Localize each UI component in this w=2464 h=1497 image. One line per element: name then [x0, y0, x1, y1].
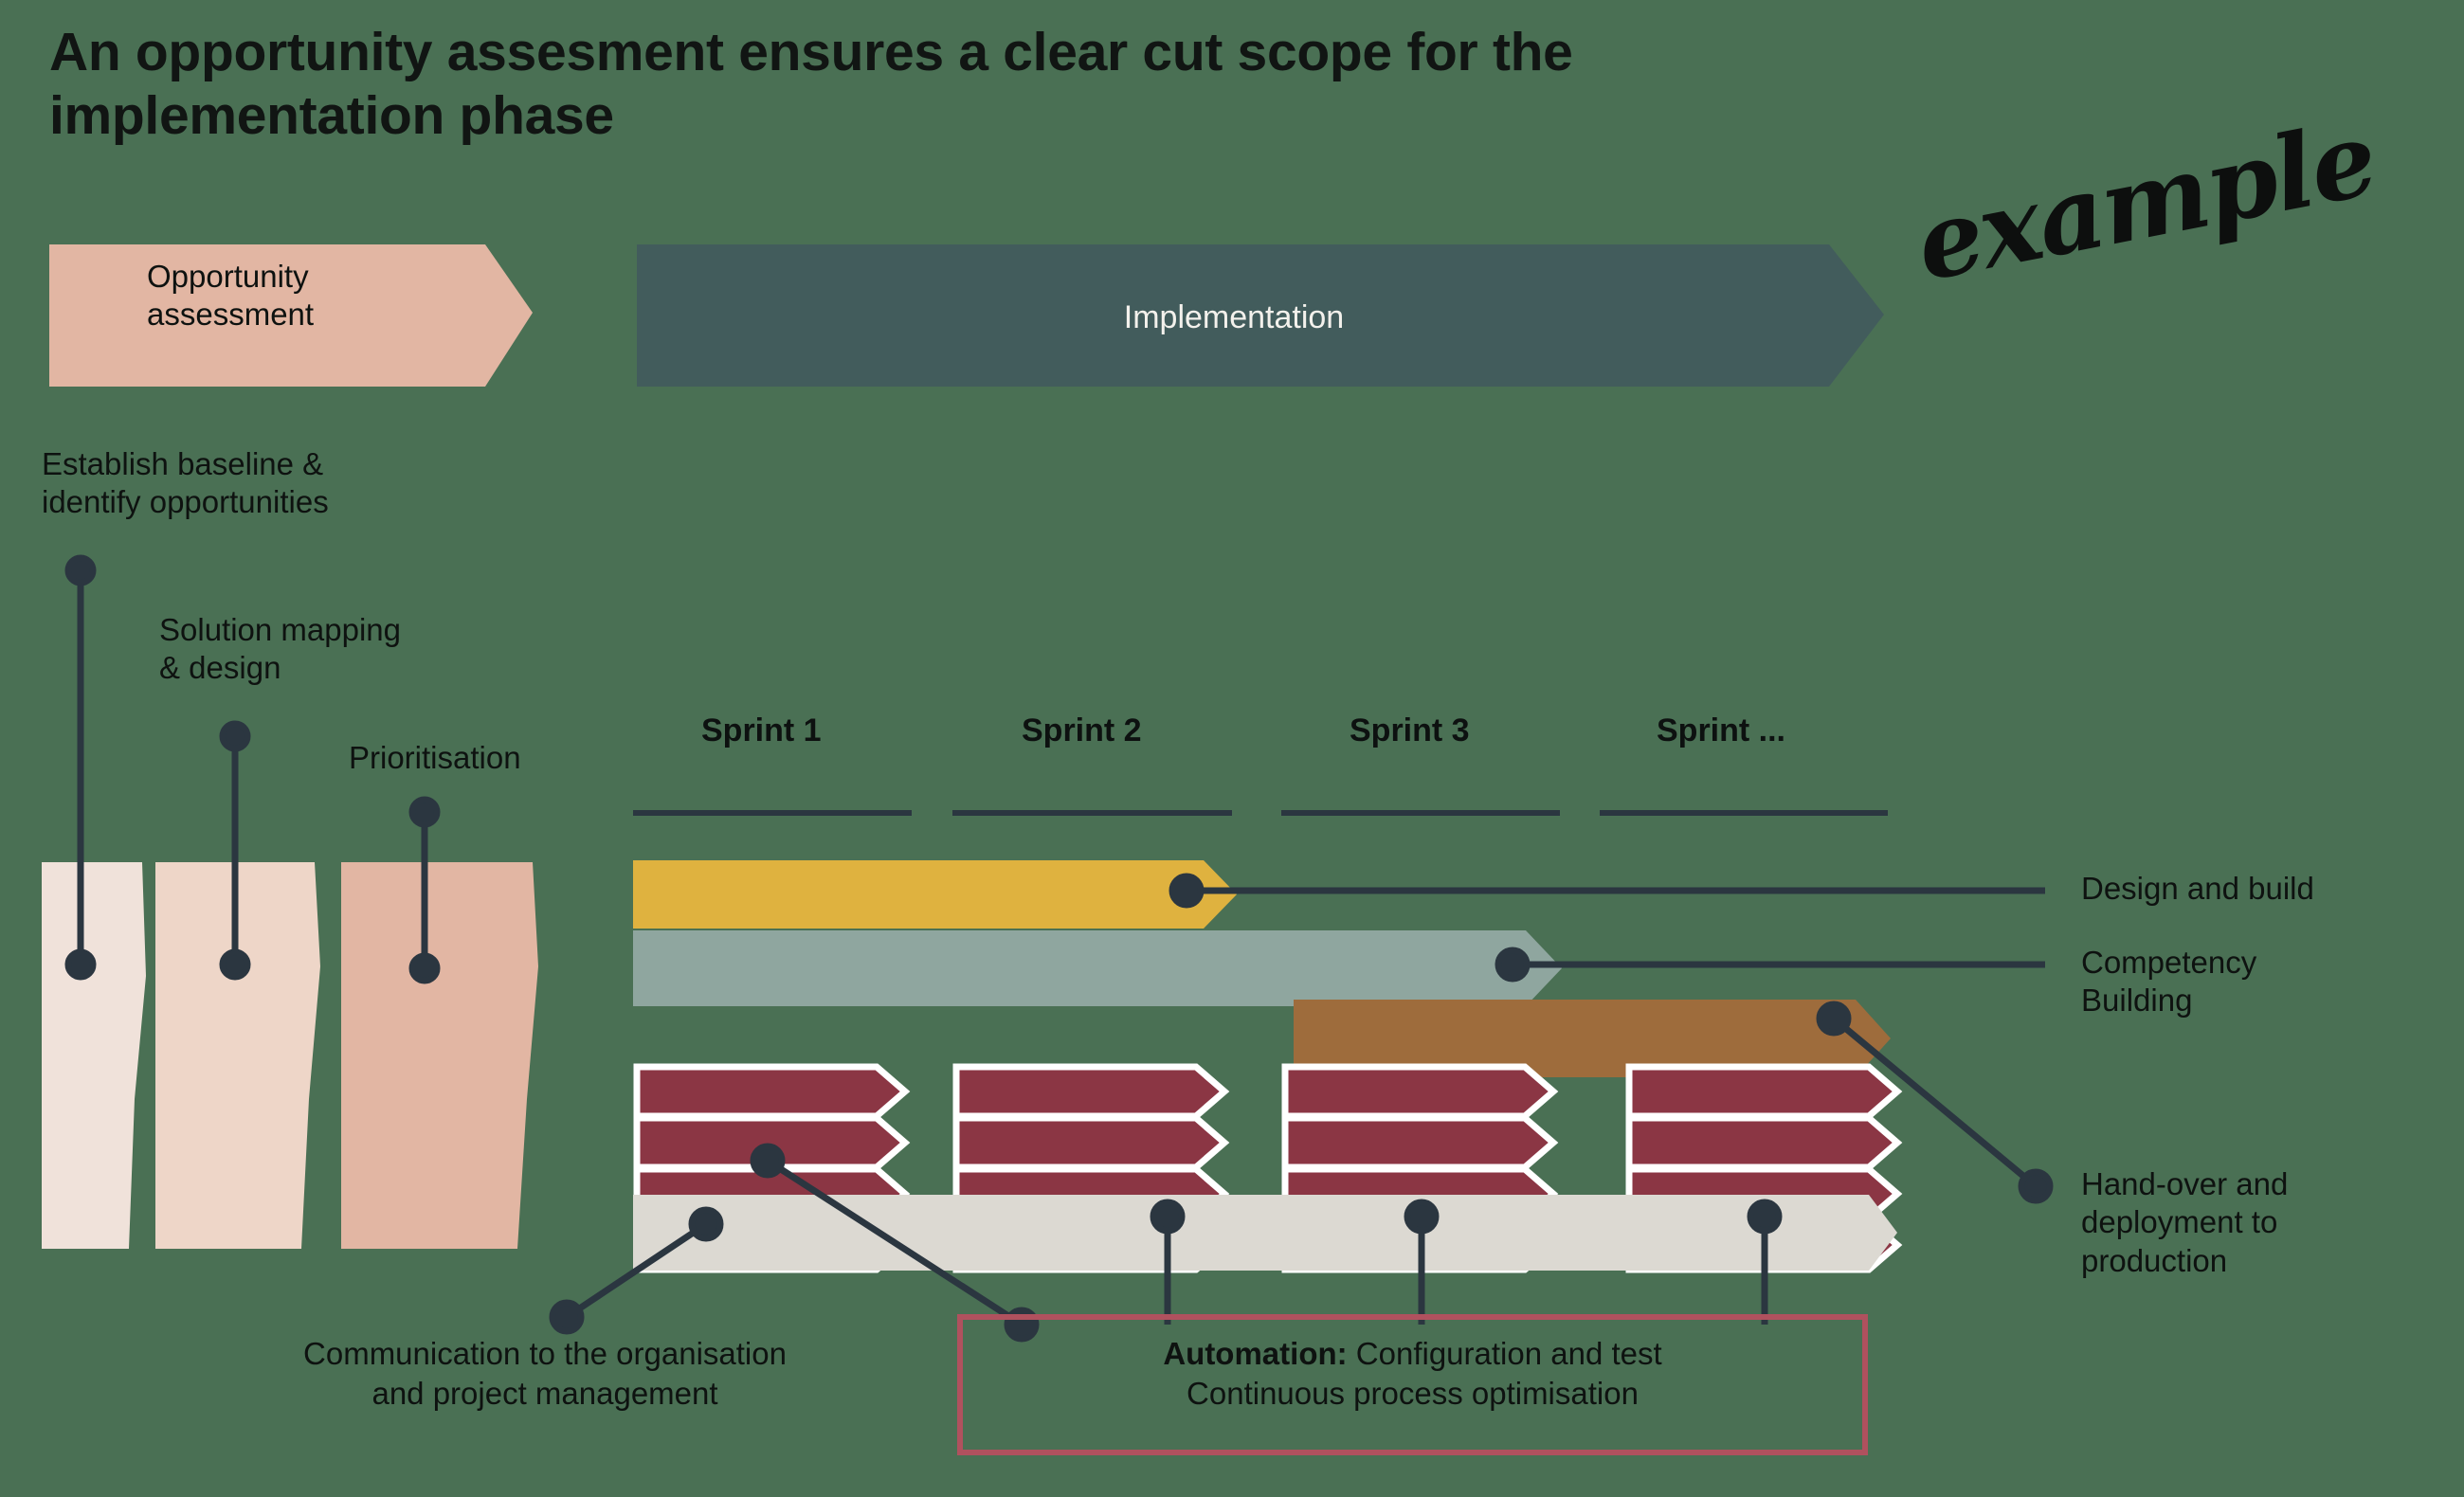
hand-over-label-line3: production — [2081, 1242, 2228, 1278]
automation-caption-bold: Automation: — [1163, 1336, 1348, 1371]
communication-caption-line2: and project management — [371, 1375, 718, 1411]
sprint-header-1-label: Sprint 1 — [701, 712, 822, 748]
communication-bar — [633, 1195, 1897, 1271]
competency-building-label-line2: Building — [2081, 983, 2193, 1019]
workstream-label-hand-over: Hand-over and deployment to production — [2081, 1165, 2460, 1280]
sprint-header-3-label: Sprint 3 — [1350, 712, 1470, 748]
opportunity-assessment-label-line1: Opportunity — [147, 259, 309, 294]
communication-caption: Communication to the organisation and pr… — [142, 1334, 948, 1413]
sprint-header-2-label: Sprint 2 — [1022, 712, 1142, 748]
sprint-header-4[interactable]: Sprint ... — [1657, 712, 1941, 749]
hand-over-label-line2: deployment to — [2081, 1204, 2278, 1240]
sprint-header-4-label: Sprint ... — [1657, 712, 1785, 748]
automation-caption-rest: Configuration and test — [1347, 1336, 1662, 1371]
assessment-step-label-1: Establish baseline & identify opportunit… — [42, 445, 534, 522]
assessment-phase-3-shape — [341, 862, 538, 1249]
design-and-build-bar — [633, 860, 1237, 929]
implementation-label: Implementation — [637, 299, 1831, 336]
competency-building-label-line1: Competency — [2081, 945, 2257, 980]
workstream-label-competency-building: Competency Building — [2081, 944, 2460, 1020]
assessment-step-label-2: Solution mapping & design — [159, 611, 614, 688]
assessment-step-1-line2: identify opportunities — [42, 484, 329, 520]
assessment-step-1-line1: Establish baseline & — [42, 446, 324, 481]
assessment-step-2-line1: Solution mapping — [159, 612, 402, 647]
workstream-label-design-and-build: Design and build — [2081, 870, 2460, 908]
competency-building-bar — [633, 930, 1562, 1006]
opportunity-assessment-label-line2: assessment — [147, 297, 315, 333]
design-and-build-label: Design and build — [2081, 871, 2314, 906]
assessment-step-2-line2: & design — [159, 650, 281, 686]
automation-caption-line2: Continuous process optimisation — [1187, 1375, 1639, 1411]
communication-caption-line1: Communication to the organisation — [303, 1336, 787, 1371]
implementation-label-text: Implementation — [1123, 299, 1345, 335]
sprint-header-1[interactable]: Sprint 1 — [701, 712, 967, 749]
automation-caption-line1: Automation: Configuration and test — [960, 1334, 1865, 1374]
automation-caption: Automation: Configuration and test Conti… — [960, 1334, 1865, 1413]
assessment-phase-1-shape — [42, 862, 146, 1249]
opportunity-assessment-label: Opportunity assessment — [147, 258, 460, 334]
sprint-header-2[interactable]: Sprint 2 — [1022, 712, 1287, 749]
sprint-header-3[interactable]: Sprint 3 — [1350, 712, 1615, 749]
hand-over-label-line1: Hand-over and — [2081, 1166, 2289, 1201]
